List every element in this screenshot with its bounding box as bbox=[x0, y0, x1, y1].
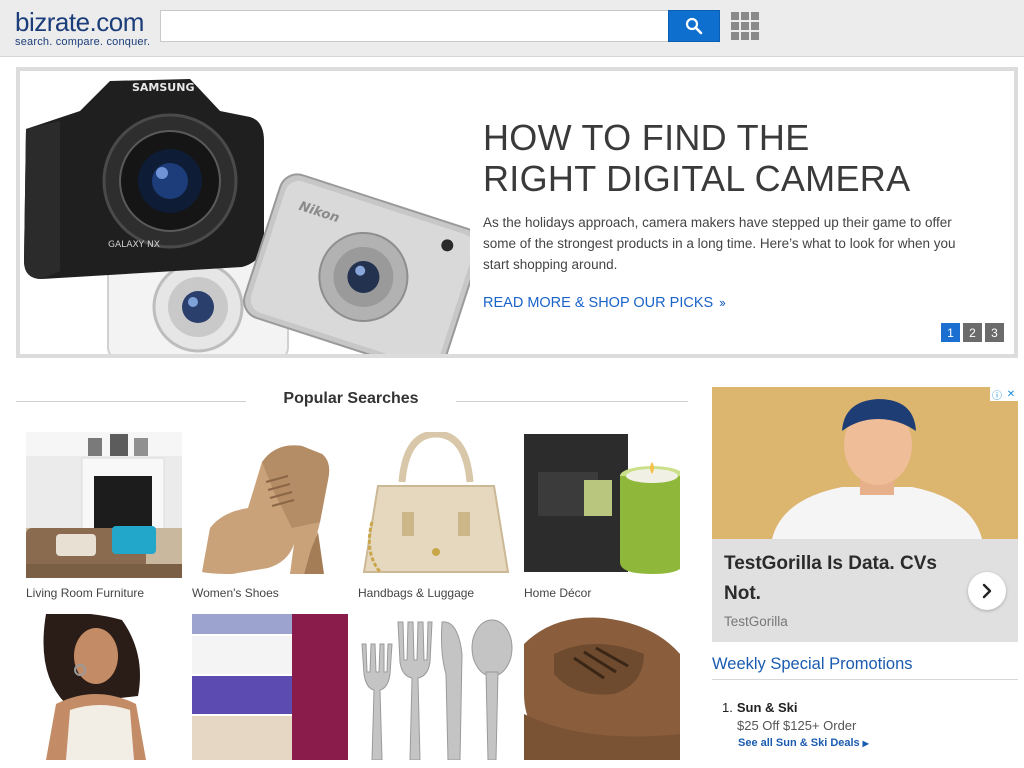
sofa-photo bbox=[26, 432, 182, 578]
popular-tile-home-decor[interactable]: Home Décor bbox=[524, 432, 684, 600]
popular-tile-kitchen[interactable] bbox=[358, 614, 514, 768]
promotion-item: 1. Sun & Ski $25 Off $125+ Order See all … bbox=[722, 700, 1012, 751]
chevron-right-icon bbox=[982, 583, 992, 599]
camera-brand-label: SAMSUNG bbox=[132, 81, 194, 94]
hero-title-line-2: RIGHT DIGITAL CAMERA bbox=[483, 158, 911, 199]
hero-read-more-link[interactable]: READ MORE & SHOP OUR PICKS ›› bbox=[483, 295, 726, 311]
promotion-number: 1. bbox=[722, 700, 733, 715]
divider bbox=[16, 401, 246, 402]
hero-title: HOW TO FIND THE RIGHT DIGITAL CAMERA bbox=[483, 117, 1003, 199]
ad-text-panel: TestGorilla Is Data. CVs Not. TestGorill… bbox=[712, 539, 1018, 642]
ad-next-button[interactable] bbox=[968, 572, 1006, 610]
hero-title-line-1: HOW TO FIND THE bbox=[483, 117, 810, 158]
pager-page-3[interactable]: 3 bbox=[985, 323, 1004, 342]
popular-tile-womens-shoes[interactable]: Women's Shoes bbox=[192, 432, 348, 600]
tile-label: Handbags & Luggage bbox=[358, 586, 475, 600]
promotion-store: Sun & Ski bbox=[736, 700, 798, 715]
ad-badges: ⓘ ✕ bbox=[990, 387, 1018, 402]
search-input[interactable] bbox=[160, 10, 668, 42]
pager-page-2[interactable]: 2 bbox=[963, 323, 982, 342]
camera-illustration: SAMSUNG GALAXY NX Nikon bbox=[24, 79, 470, 354]
handbag-photo bbox=[358, 430, 514, 578]
ad-close-icon[interactable]: ✕ bbox=[1004, 387, 1018, 401]
popular-searches-header: Popular Searches bbox=[16, 390, 688, 412]
tile-label: Living Room Furniture bbox=[26, 586, 145, 600]
towels-photo bbox=[192, 614, 348, 760]
woman-photo bbox=[26, 612, 182, 760]
hero-description: As the holidays approach, camera makers … bbox=[483, 215, 956, 272]
tile-label: Home Décor bbox=[524, 586, 592, 600]
hero-link-label: READ MORE & SHOP OUR PICKS bbox=[483, 295, 714, 311]
hero-banner[interactable]: SAMSUNG GALAXY NX Nikon HOW TO FIND THE … bbox=[16, 67, 1018, 358]
ad-headline: TestGorilla Is Data. CVs Not. bbox=[724, 553, 937, 604]
popular-tile-mens-shoes[interactable] bbox=[524, 614, 680, 768]
logo-wordmark: bizrate.com bbox=[15, 7, 144, 37]
triangle-right-icon: ▶ bbox=[862, 739, 869, 748]
shoe-photo bbox=[192, 432, 348, 578]
double-chevron-icon: ›› bbox=[719, 295, 726, 310]
header-bar: bizrate.com search. compare. conquer. bbox=[0, 0, 1024, 57]
see-all-deals-label: See all Sun & Ski Deals bbox=[738, 737, 860, 749]
logo-tagline: search. compare. conquer. bbox=[15, 36, 151, 48]
camera-model-label: GALAXY NX bbox=[108, 240, 160, 250]
apps-grid-icon[interactable] bbox=[731, 12, 761, 40]
divider bbox=[456, 401, 688, 402]
search-button[interactable] bbox=[668, 10, 720, 42]
weekly-promotions-title: Weekly Special Promotions bbox=[712, 655, 1018, 680]
popular-tile-handbags[interactable]: Handbags & Luggage bbox=[358, 430, 514, 600]
see-all-deals-link[interactable]: See all Sun & Ski Deals ▶ bbox=[738, 737, 869, 749]
sponsored-ad[interactable]: ⓘ ✕ TestGorilla Is Data. CVs Not. TestGo… bbox=[712, 387, 1018, 642]
tile-label: Women's Shoes bbox=[192, 586, 279, 600]
hero-pager: 1 2 3 bbox=[941, 323, 1004, 342]
ad-info-icon[interactable]: ⓘ bbox=[990, 387, 1004, 402]
popular-tile-living-room[interactable]: Living Room Furniture bbox=[26, 432, 182, 600]
bizrate-logo[interactable]: bizrate.com search. compare. conquer. bbox=[15, 8, 155, 50]
ad-source: TestGorilla bbox=[724, 614, 788, 629]
popular-searches-title: Popular Searches bbox=[283, 390, 419, 407]
popular-tile-apparel[interactable] bbox=[26, 612, 182, 768]
promotion-offer: $25 Off $125+ Order bbox=[737, 718, 857, 733]
pager-page-1[interactable]: 1 bbox=[941, 323, 960, 342]
brown-shoe-photo bbox=[524, 614, 680, 760]
promotion-name[interactable]: 1. Sun & Ski bbox=[722, 700, 1012, 715]
popular-tile-bedding[interactable] bbox=[192, 614, 348, 768]
ad-photo bbox=[712, 387, 1018, 539]
flatware-photo bbox=[358, 614, 514, 761]
search-icon bbox=[685, 17, 703, 35]
candle-photo bbox=[524, 432, 684, 578]
